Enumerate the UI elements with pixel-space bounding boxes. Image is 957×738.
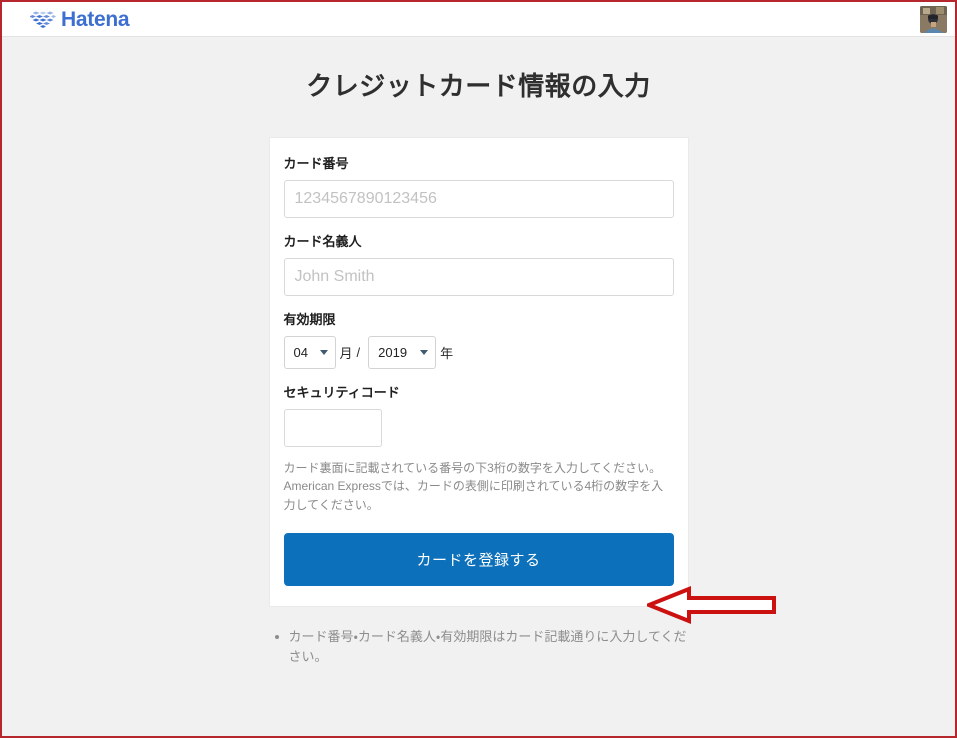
security-code-help-text: カード裏面に記載されている番号の下3桁の数字を入力してください。American… [283,460,664,512]
list-item: カード番号・カード名義人・有効期限はカード記載通りに入力してください。 [269,627,689,667]
security-code-field-block: セキュリティコード カード裏面に記載されている番号の下3桁の数字を入力してくださ… [283,384,674,515]
note-list: カード番号・カード名義人・有効期限はカード記載通りに入力してください。 [269,627,689,667]
credit-card-form-card: カード番号 カード名義人 有効期限 04 月 / [268,137,689,607]
card-holder-input[interactable] [283,257,674,296]
expiry-year-value: 2019 [378,344,408,360]
expiry-separator: / [356,344,361,360]
hatena-diamond-logo-icon [29,9,56,29]
hatena-logo-text: Hatena [61,7,130,31]
card-number-input[interactable] [283,180,674,219]
expiry-year-select[interactable]: 2019 [368,335,437,369]
chevron-down-icon [420,350,429,356]
register-card-button[interactable]: カードを登録する [283,532,674,586]
expiry-month-select[interactable]: 04 [283,335,336,369]
expiry-label: 有効期限 [283,311,336,327]
expiry-row: 04 月 / 2019 年 [283,335,674,369]
card-holder-field-block: カード名義人 [283,234,674,296]
browser-screenshot-frame: Hatena クレジットカード情報の入力 カード番号 1234567890123… [0,0,957,738]
global-header: Hatena [2,2,955,37]
page-body: クレジットカード情報の入力 カード番号 カード名義人 有効期限 04 [2,37,955,736]
hatena-logo-link[interactable]: Hatena [29,7,130,31]
expiry-month-unit: 月 [339,345,353,361]
expiry-year-unit: 年 [440,345,454,361]
card-number-field-block: カード番号 [283,156,674,219]
card-holder-label: カード名義人 [283,234,362,250]
chevron-down-icon [319,350,328,356]
expiry-month-value: 04 [293,344,308,360]
user-avatar[interactable] [920,5,947,33]
expiry-field-block: 有効期限 04 月 / 2019 年 [283,311,674,369]
security-code-label: セキュリティコード [283,384,400,400]
card-number-label: カード番号 [283,156,349,172]
page-title: クレジットカード情報の入力 [306,71,651,101]
security-code-input[interactable] [283,408,382,447]
